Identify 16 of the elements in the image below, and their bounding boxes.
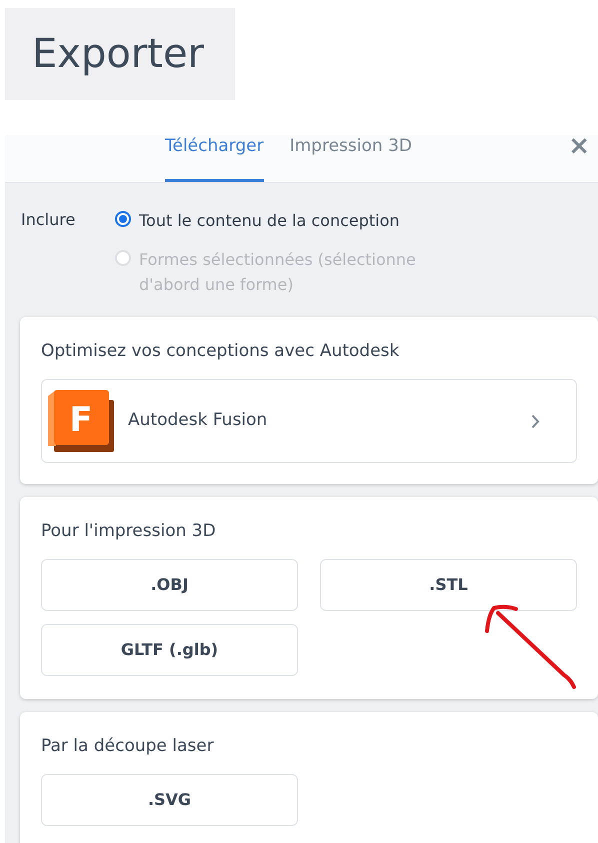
tab[interactable]: Télécharger <box>165 135 264 182</box>
close-button[interactable]: × <box>568 135 590 157</box>
radio-option[interactable]: Tout le contenu de la conception <box>115 208 455 233</box>
radio-button[interactable] <box>115 211 131 227</box>
section-title: Pour l'impression 3D <box>41 520 217 543</box>
include-label: Inclure <box>21 209 76 231</box>
fusion-app-button[interactable]: F Autodesk Fusion <box>41 379 577 463</box>
tab[interactable]: Impression 3D <box>290 135 412 182</box>
chevron-right-icon <box>531 414 540 428</box>
section-title: Par la découpe laser <box>41 735 215 758</box>
export-button[interactable]: Exporter <box>5 8 235 100</box>
section-title: Optimisez vos conceptions avec Autodesk <box>41 340 400 363</box>
format-button[interactable]: GLTF (.glb) <box>41 624 298 676</box>
format-button[interactable]: .OBJ <box>41 559 298 611</box>
format-button[interactable]: .STL <box>320 559 577 611</box>
format-button[interactable]: .SVG <box>41 774 298 826</box>
